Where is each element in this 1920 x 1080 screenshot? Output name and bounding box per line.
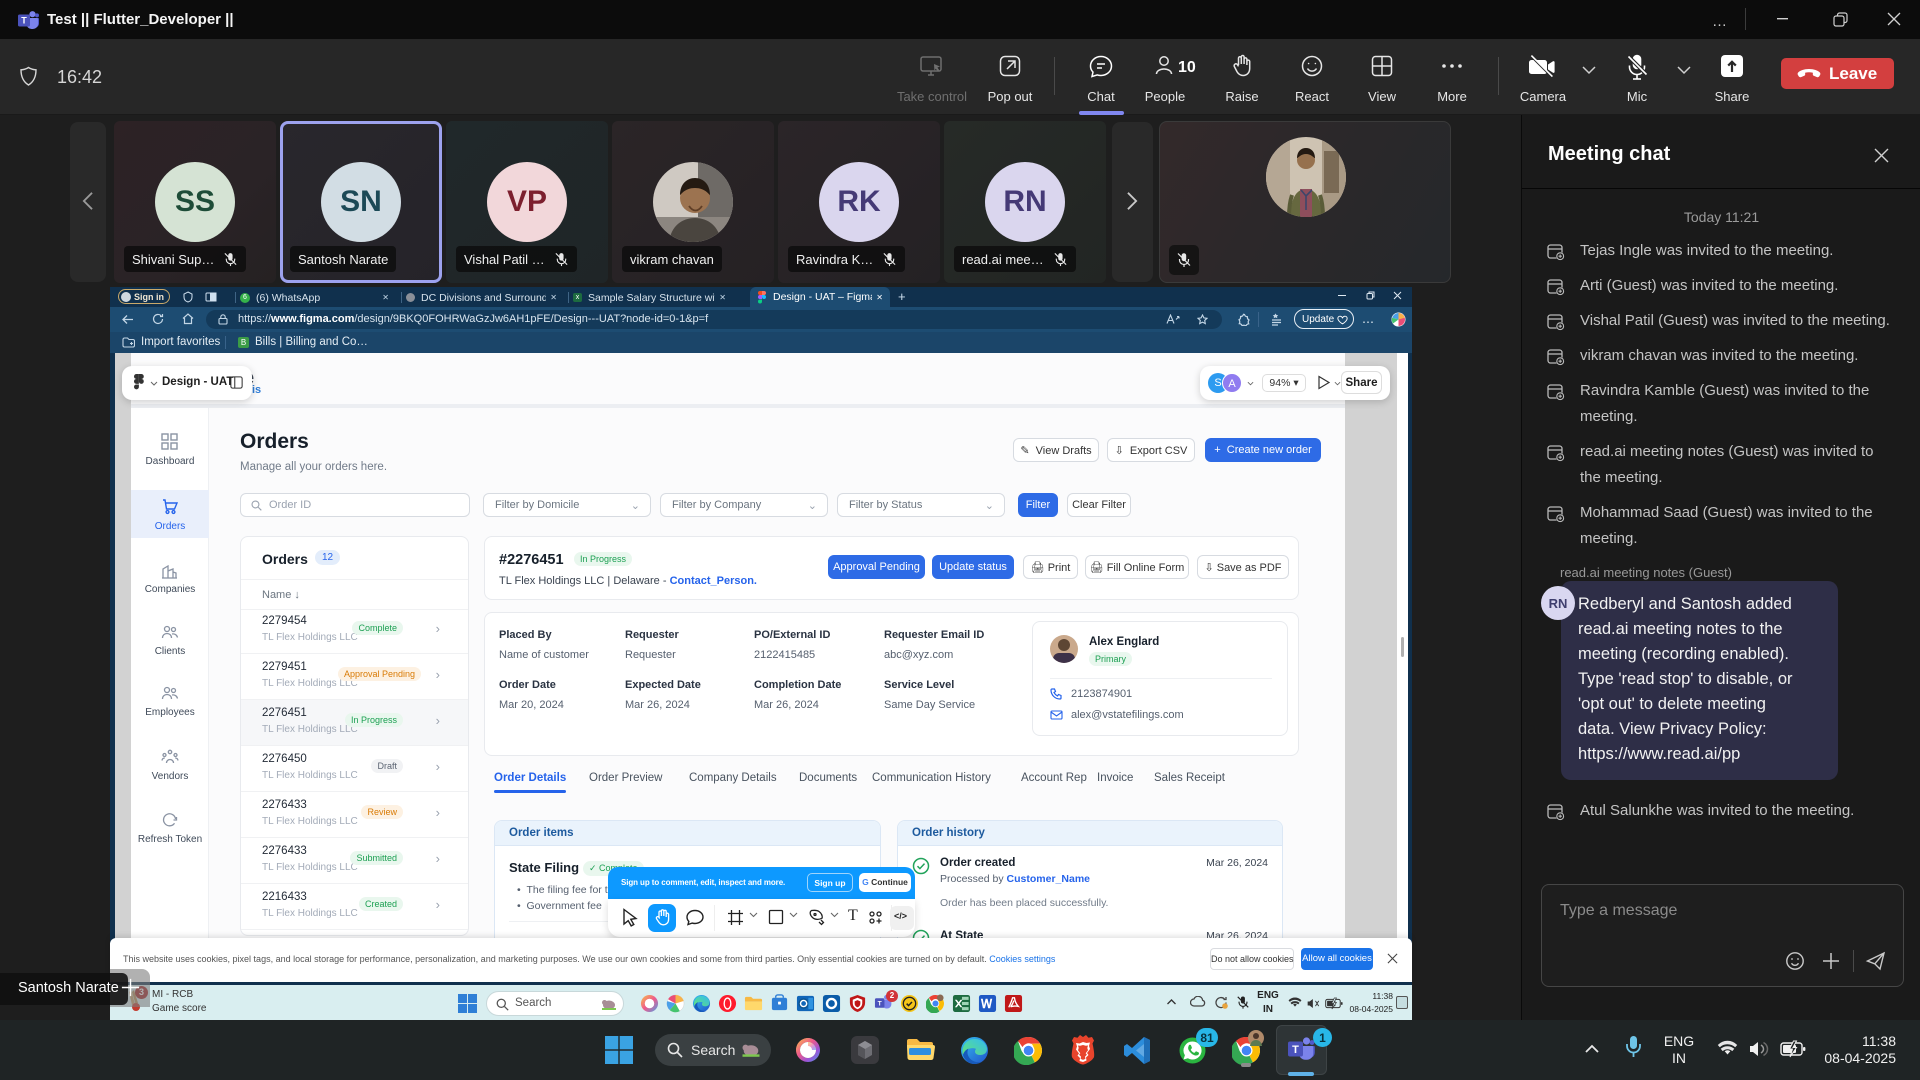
svg-text:T: T <box>1292 1044 1299 1056</box>
svg-text:T: T <box>878 1000 882 1007</box>
svg-text:T: T <box>21 16 27 26</box>
